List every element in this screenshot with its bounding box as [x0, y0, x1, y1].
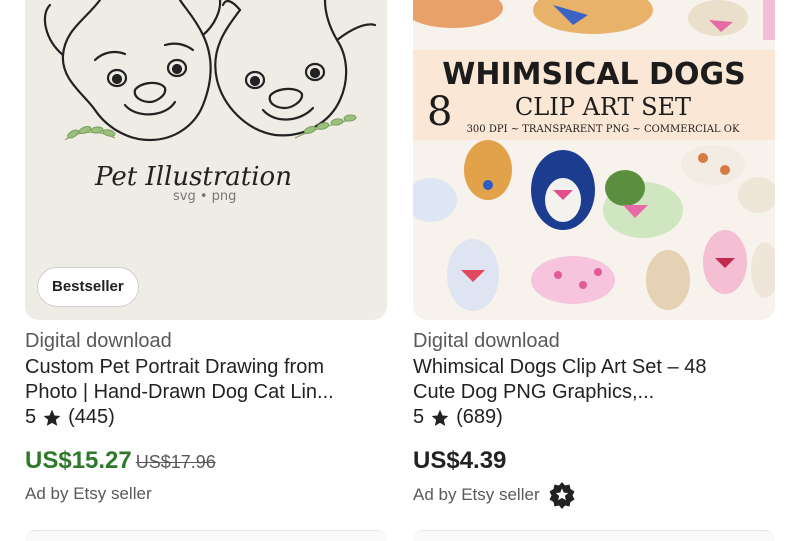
listing-card-whimsical-dogs[interactable]: WHIMSICAL DOGS 8 CLIP ART SET 300 DPI ~ … — [413, 0, 775, 509]
image-headline: WHIMSICAL DOGS — [442, 57, 745, 92]
listing-card-pet-portrait[interactable]: Pet Illustration svg • png Bestseller Di… — [25, 0, 387, 503]
image-format-text: svg • png — [173, 189, 236, 204]
whimsical-dogs-artwork: WHIMSICAL DOGS 8 CLIP ART SET 300 DPI ~ … — [413, 0, 775, 311]
listing-type: Digital download — [413, 330, 560, 352]
ad-text: Ad by Etsy seller — [413, 485, 540, 504]
next-listing-card[interactable] — [25, 530, 387, 541]
listing-title-line1[interactable]: Custom Pet Portrait Drawing from — [25, 355, 387, 380]
listing-title[interactable]: Whimsical Dogs Clip Art Set – 48 Cute Do… — [413, 355, 775, 405]
listing-title-line1[interactable]: Whimsical Dogs Clip Art Set – 48 — [413, 355, 775, 380]
rating: 5 (445) — [25, 406, 115, 429]
listing-title-line2[interactable]: Cute Dog PNG Graphics,... — [413, 380, 775, 405]
price-block: US$4.39 — [413, 447, 506, 475]
review-count: (689) — [456, 406, 503, 428]
image-specs: 300 DPI ~ TRANSPARENT PNG ~ COMMERCIAL O… — [467, 124, 740, 135]
sale-price: US$15.27 — [25, 447, 132, 474]
next-listing-card[interactable] — [413, 530, 775, 541]
rating-value: 5 — [25, 406, 37, 428]
ad-label: Ad by Etsy seller — [25, 484, 152, 504]
star-icon — [431, 409, 449, 426]
listing-image[interactable]: WHIMSICAL DOGS 8 CLIP ART SET 300 DPI ~ … — [413, 0, 775, 320]
ad-label: Ad by Etsy seller — [413, 481, 576, 509]
price-block: US$15.27 US$17.96 — [25, 447, 216, 475]
listing-type: Digital download — [25, 330, 172, 352]
bestseller-badge: Bestseller — [37, 267, 139, 307]
star-seller-icon[interactable] — [548, 481, 576, 509]
star-icon — [43, 409, 61, 426]
ad-text: Ad by Etsy seller — [25, 484, 152, 503]
listing-title-line2[interactable]: Photo | Hand-Drawn Dog Cat Lin... — [25, 380, 387, 405]
price: US$4.39 — [413, 447, 507, 474]
original-price: US$17.96 — [135, 452, 216, 472]
listing-title[interactable]: Custom Pet Portrait Drawing from Photo |… — [25, 355, 387, 405]
image-number: 8 — [427, 89, 452, 135]
rating: 5 (689) — [413, 406, 503, 429]
listing-image[interactable]: Pet Illustration svg • png Bestseller — [25, 0, 387, 320]
rating-value: 5 — [413, 406, 425, 428]
image-subheadline: CLIP ART SET — [515, 93, 691, 121]
image-script-text: Pet Illustration — [94, 162, 292, 192]
review-count: (445) — [68, 406, 115, 428]
